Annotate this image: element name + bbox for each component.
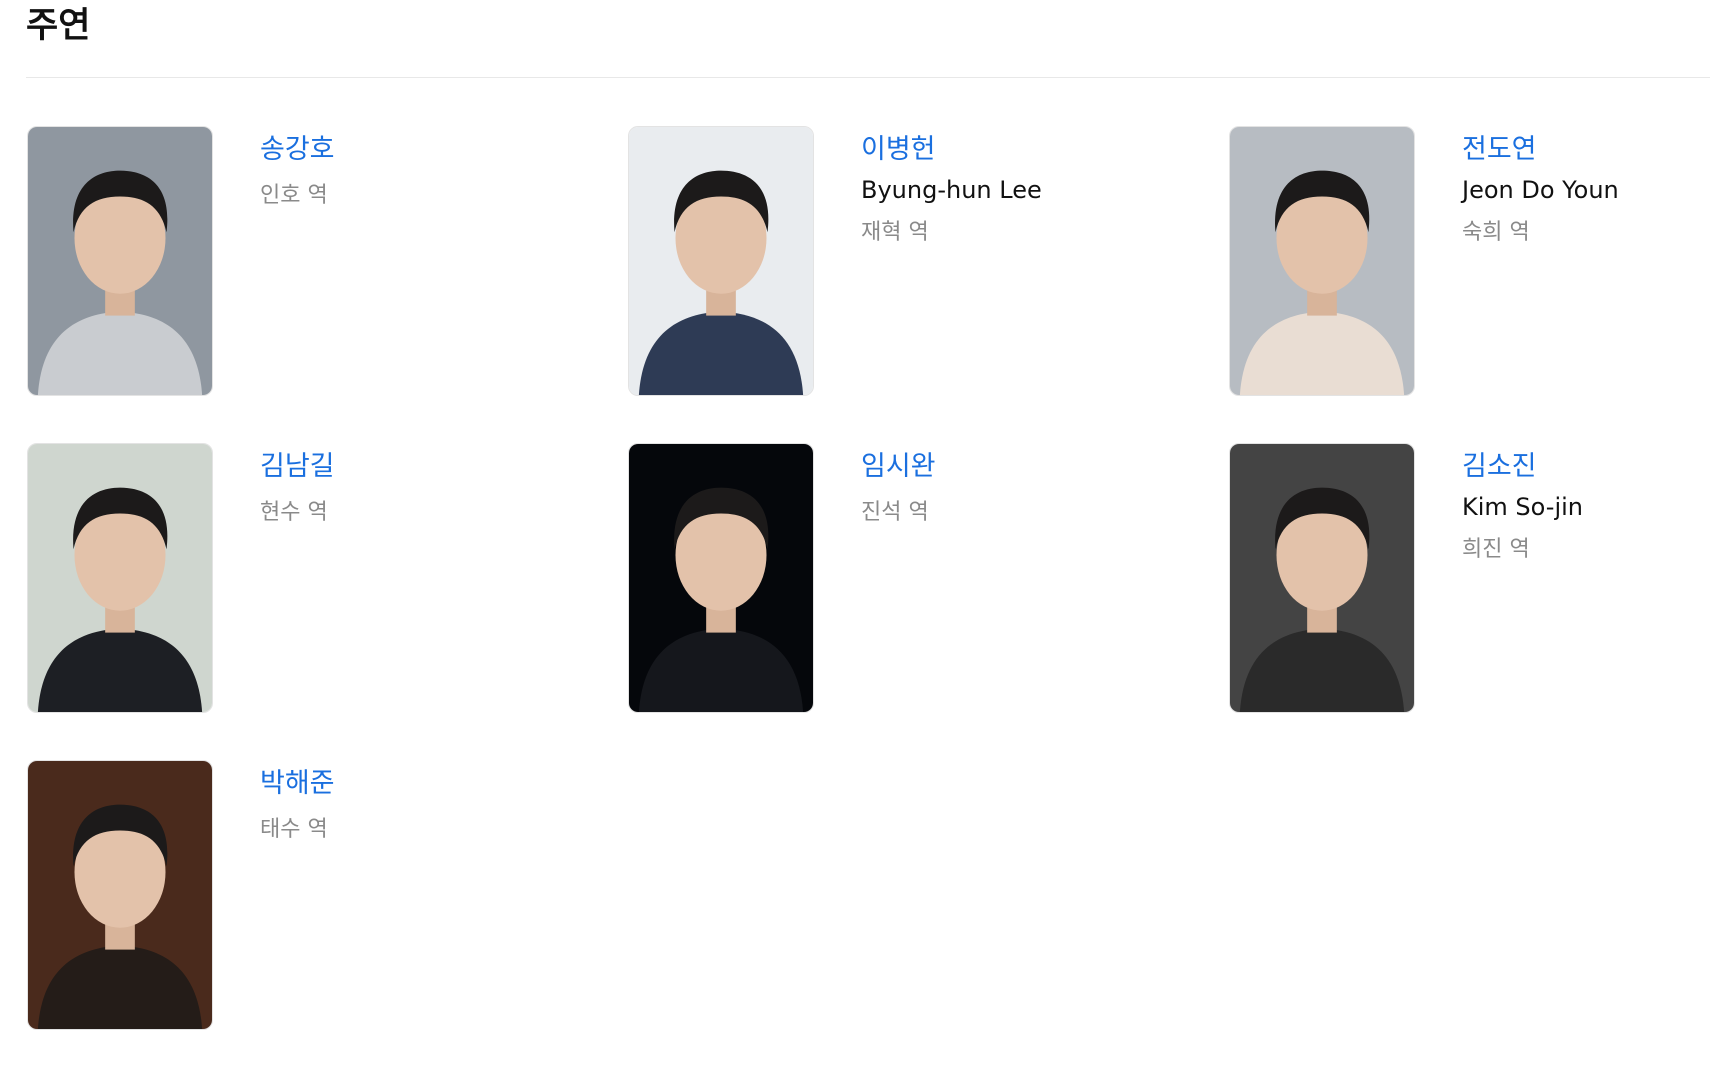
actor-photo[interactable] [27,126,213,396]
section-divider [26,77,1710,78]
cast-card: 전도연 Jeon Do Youn 숙희 역 [1229,126,1710,396]
section-title: 주연 [26,6,91,46]
portrait-image [1230,444,1414,712]
actor-photo[interactable] [27,760,213,1030]
cast-card: 이병헌 Byung-hun Lee 재혁 역 [628,126,1188,396]
actor-name-link[interactable]: 임시완 [861,449,936,485]
actor-photo[interactable] [628,126,814,396]
portrait-image [28,761,212,1029]
portrait-image [1230,127,1414,395]
actor-name-link[interactable]: 전도연 [1462,132,1537,168]
cast-card: 임시완 진석 역 [628,443,1188,713]
actor-role: 희진 역 [1462,537,1530,562]
actor-name-link[interactable]: 송강호 [260,132,335,168]
actor-role: 현수 역 [260,500,328,525]
actor-role: 태수 역 [260,817,328,842]
actor-name-link[interactable]: 이병헌 [861,132,936,168]
actor-role: 재혁 역 [861,220,929,245]
actor-photo[interactable] [1229,443,1415,713]
actor-name-link[interactable]: 김남길 [260,449,335,485]
actor-role: 숙희 역 [1462,220,1530,245]
portrait-image [629,444,813,712]
actor-photo[interactable] [27,443,213,713]
cast-card: 박해준 태수 역 [27,760,587,1030]
actor-photo[interactable] [1229,126,1415,396]
actor-name-link[interactable]: 김소진 [1462,449,1537,485]
portrait-image [629,127,813,395]
actor-english-name: Kim So-jin [1462,493,1583,521]
actor-english-name: Byung-hun Lee [861,176,1042,204]
cast-card: 김소진 Kim So-jin 희진 역 [1229,443,1710,713]
actor-english-name: Jeon Do Youn [1462,176,1619,204]
actor-name-link[interactable]: 박해준 [260,766,335,802]
portrait-image [28,127,212,395]
cast-card: 송강호 인호 역 [27,126,587,396]
actor-role: 진석 역 [861,500,929,525]
actor-photo[interactable] [628,443,814,713]
portrait-image [28,444,212,712]
cast-card: 김남길 현수 역 [27,443,587,713]
actor-role: 인호 역 [260,183,328,208]
